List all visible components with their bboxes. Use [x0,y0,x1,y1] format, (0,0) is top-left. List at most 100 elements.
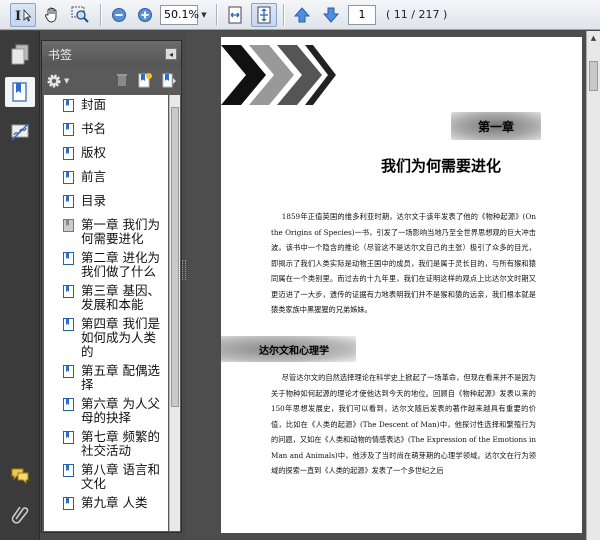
bookmarks-panel-button[interactable] [5,77,35,107]
bookmark-icon [12,82,27,102]
fit-width-button[interactable] [222,3,248,27]
chevron-down-icon: ▼ [64,77,70,85]
bookmark-item[interactable]: 第三章 基因、发展和本能 [44,284,168,312]
bookmark-icon [63,252,74,265]
previous-page-button[interactable] [289,3,315,27]
select-text-tool-button[interactable]: I [10,2,36,27]
document-view: 第一章 我们为何需要进化 1859年正值英国的维多利亚时期，达尔文于该年发表了他… [186,31,600,540]
bookmark-item[interactable]: 目录 [44,194,168,213]
text-cursor-icon: I [15,8,32,23]
chapter-arrow-decoration [221,45,336,105]
bookmark-item[interactable]: 前言 [44,170,168,189]
comments-icon [11,468,29,485]
zoom-marquee-icon [71,6,89,23]
fit-width-icon [228,6,242,23]
bookmark-label: 第八章 语言和文化 [81,462,160,491]
attachments-panel-button[interactable] [5,499,35,529]
signatures-panel-button[interactable] [5,117,35,147]
zoom-in-button[interactable] [132,3,158,27]
bookmark-item-current[interactable]: 第一章 我们为何需要进化 [44,218,168,246]
section-heading: 达尔文和心理学 [221,336,356,362]
toolbar-separator [100,3,101,26]
pages-icon [11,44,29,65]
body-paragraph: 1859年正值英国的维多利亚时期，达尔文于该年发表了他的《物种起源》(On th… [271,212,536,314]
bookmark-icon [63,285,74,298]
bookmark-item[interactable]: 封面 [44,98,168,117]
scroll-up-button[interactable]: ▲ [587,31,600,45]
bookmark-icon [63,464,74,477]
bookmark-item[interactable]: 第六章 为人父母的抉择 [44,397,168,425]
bookmarks-panel-header: 书签 ◂ [42,41,181,67]
bookmark-item[interactable]: 第七章 频繁的社交活动 [44,430,168,458]
options-menu-button[interactable]: ▼ [46,73,69,89]
bookmark-icon [63,99,74,112]
chapter-title: 我们为何需要进化 [381,157,502,175]
bookmarks-panel: 书签 ◂ ▼ 封面 书名 版权 前言 目录 第一章 我们为何需要进化 第二章 进… [41,40,182,533]
hand-tool-button[interactable] [39,3,65,27]
document-scrollbar[interactable]: ▲ [586,31,600,540]
zoom-out-icon [112,7,126,22]
bookmark-icon [63,171,74,184]
bookmark-icon [63,398,74,411]
expand-bookmark-button[interactable] [161,72,177,91]
document-page: 第一章 我们为何需要进化 1859年正值英国的维多利亚时期，达尔文于该年发表了他… [221,37,582,533]
zoom-dropdown-button[interactable]: ▼ [198,5,210,25]
toolbar-separator [216,3,217,26]
bookmark-item[interactable]: 书名 [44,122,168,141]
bookmarks-toolbar: ▼ [42,67,181,95]
trash-icon [117,73,127,86]
bookmark-icon [63,195,74,208]
collapse-panel-button[interactable]: ◂ [165,48,177,60]
bookmark-label: 第四章 我们是如何成为人类的 [81,316,160,359]
pages-panel-button[interactable] [5,40,35,70]
bookmark-label: 第七章 频繁的社交活动 [81,429,160,458]
toolbar-separator [283,3,284,26]
marquee-zoom-button[interactable] [68,3,94,27]
delete-bookmark-button[interactable] [115,72,129,91]
fit-page-button[interactable] [251,2,277,27]
collapse-arrow-icon: ◂ [168,49,173,59]
chevron-up-icon: ▲ [590,34,597,42]
bookmark-icon [63,147,74,160]
next-page-button[interactable] [318,3,344,27]
bookmark-item[interactable]: 版权 [44,146,168,165]
bookmark-label: 版权 [81,145,107,160]
new-bookmark-button[interactable] [137,72,153,91]
new-bookmark-icon [138,72,152,87]
bookmark-icon [63,123,74,136]
bookmark-item[interactable]: 第二章 进化为我们做了什么 [44,251,168,279]
bookmark-label: 第五章 配偶选择 [81,363,160,392]
bookmark-item[interactable]: 第五章 配偶选择 [44,364,168,392]
fit-page-icon [257,6,271,23]
comments-panel-button[interactable] [5,461,35,491]
arrow-down-icon [322,7,340,23]
bookmark-item[interactable]: 第四章 我们是如何成为人类的 [44,317,168,359]
bookmark-label: 第一章 我们为何需要进化 [81,217,160,246]
chapter-number-badge: 第一章 [451,112,541,140]
bookmark-current-icon [63,219,74,232]
signature-icon [11,123,29,141]
navigation-pane-strip [0,31,40,540]
bookmark-label: 第二章 进化为我们做了什么 [81,250,160,279]
bookmark-item[interactable]: 第九章 人类 [44,496,168,515]
paperclip-icon [11,506,29,524]
zoom-out-button[interactable] [106,3,132,27]
zoom-in-icon [138,7,152,22]
bookmark-icon [63,431,74,444]
page-number-input[interactable]: 1 [348,4,376,25]
arrow-up-icon [293,6,311,22]
bookmark-label: 书名 [81,121,107,136]
scrollbar-thumb[interactable] [589,61,598,91]
bookmark-item[interactable]: 第八章 语言和文化 [44,463,168,491]
chevron-down-icon: ▼ [201,10,207,19]
zoom-level-field[interactable]: 50.1% [160,4,199,25]
bookmark-label: 前言 [81,169,107,184]
expand-bookmark-icon [162,73,176,87]
page-count-label: ( 11 / 217 ) [386,8,448,21]
bookmark-icon [63,365,74,378]
gear-icon [47,74,61,88]
bookmark-scrollbar[interactable] [169,95,180,531]
scrollbar-thumb[interactable] [171,107,179,407]
bookmark-list: 封面 书名 版权 前言 目录 第一章 我们为何需要进化 第二章 进化为我们做了什… [44,95,168,531]
bookmark-label: 第六章 为人父母的抉择 [81,396,160,425]
